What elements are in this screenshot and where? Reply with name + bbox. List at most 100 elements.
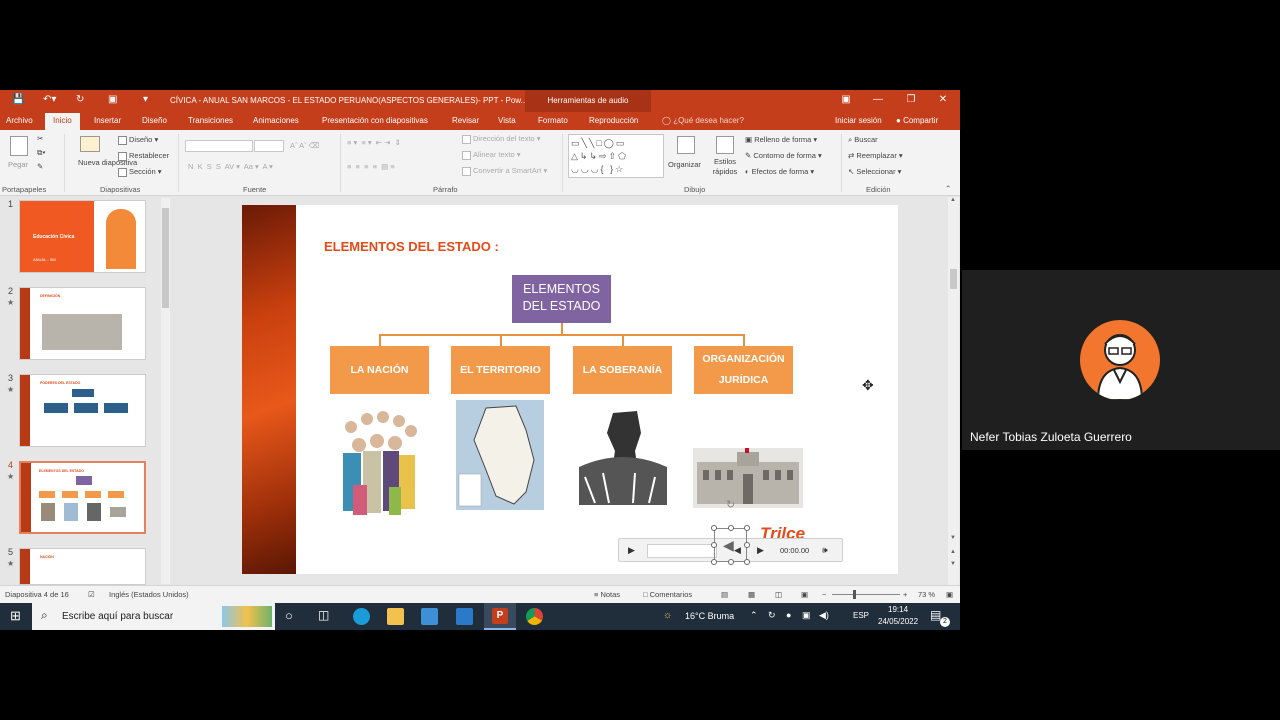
list-buttons[interactable]: ≡ ▾ ≡ ▾ ⇤ ⇥ ⇕ <box>347 138 401 147</box>
cut-icon[interactable]: ✂ <box>37 134 43 143</box>
raised-fist-image[interactable] <box>575 407 671 505</box>
zoom-slider[interactable] <box>832 594 900 595</box>
slide-heading[interactable]: ELEMENTOS DEL ESTADO : <box>324 239 499 254</box>
arrange-button[interactable]: Organizar <box>668 160 701 169</box>
slide-thumbnail-1[interactable]: Educación Cívica ANUAL - SM <box>19 200 146 273</box>
slide-scrollbar[interactable]: ▲ ▼ ▲ ▼ <box>948 197 959 585</box>
powerpoint-taskbar-button[interactable]: P <box>484 603 516 630</box>
redo-icon[interactable]: ↻ <box>76 94 84 105</box>
mail-icon[interactable] <box>456 608 473 625</box>
slide-thumbnail-2[interactable]: DEFINICIÓN <box>19 287 146 360</box>
normal-view-icon[interactable]: ▤ <box>721 590 728 599</box>
slideshow-icon[interactable]: ▣ <box>801 590 808 599</box>
thumbnails-scrollbar[interactable] <box>161 198 170 584</box>
collapse-ribbon-icon[interactable]: ⌃ <box>945 184 951 193</box>
resize-handle[interactable] <box>744 525 750 531</box>
network-icon[interactable]: ▣ <box>802 610 811 621</box>
replace-button[interactable]: ⇄ Reemplazar ▾ <box>848 151 903 160</box>
slide-canvas[interactable]: ELEMENTOS DEL ESTADO : ELEMENTOS DEL EST… <box>242 205 898 574</box>
tell-me-search[interactable]: ◯ ¿Qué desea hacer? <box>662 116 744 125</box>
reading-view-icon[interactable]: ◫ <box>775 590 782 599</box>
clock-time[interactable]: 19:14 <box>888 605 908 614</box>
peru-map-image[interactable] <box>456 400 544 510</box>
maximize-button[interactable]: ❐ <box>901 94 921 105</box>
layout-button[interactable]: Diseño ▾ <box>118 135 158 145</box>
org-box-soberania[interactable]: LA SOBERANÍA <box>573 346 672 394</box>
store-icon[interactable] <box>421 608 438 625</box>
chrome-icon[interactable] <box>526 608 543 625</box>
resize-handle[interactable] <box>711 559 717 565</box>
tab-insertar[interactable]: Insertar <box>94 116 121 125</box>
weather-text[interactable]: 16°C Bruma <box>685 611 734 621</box>
play-icon[interactable]: ▶ <box>628 545 635 556</box>
undo-icon[interactable]: ↶▾ <box>43 94 56 105</box>
reset-button[interactable]: Restablecer <box>118 151 169 161</box>
org-box-nacion[interactable]: LA NACIÓN <box>330 346 429 394</box>
tab-vista[interactable]: Vista <box>498 116 516 125</box>
microphone-icon[interactable]: ● <box>786 610 791 620</box>
comments-button[interactable]: □ Comentarios <box>643 590 692 599</box>
audio-icon-selection[interactable]: ◀ <box>714 528 747 562</box>
org-box-organizacion[interactable]: ORGANIZACIÓN JURÍDICA <box>694 346 793 394</box>
resize-handle[interactable] <box>711 542 717 548</box>
zoom-in-icon[interactable]: + <box>903 590 907 599</box>
slide-thumbnail-3[interactable]: PODERES DEL ESTADO <box>19 374 146 447</box>
format-painter-icon[interactable]: ✎ <box>37 162 43 171</box>
language-status[interactable]: Inglés (Estados Unidos) <box>109 590 189 599</box>
next-slide-icon[interactable]: ▼ <box>950 561 956 567</box>
close-button[interactable]: ✕ <box>933 94 953 105</box>
font-grow-shrink-icons[interactable]: Aˆ Aˇ ⌫ <box>290 141 319 150</box>
volume-icon[interactable]: 🕪 <box>822 545 828 556</box>
scroll-handle[interactable] <box>162 208 169 308</box>
resize-handle[interactable] <box>744 559 750 565</box>
file-explorer-icon[interactable] <box>387 608 404 625</box>
edge-icon[interactable] <box>353 608 370 625</box>
show-hidden-icons[interactable]: ⌃ <box>750 610 758 621</box>
org-chart-root[interactable]: ELEMENTOS DEL ESTADO <box>512 275 611 323</box>
arrange-icon[interactable] <box>677 136 695 154</box>
text-direction-button[interactable]: Dirección del texto ▾ <box>462 134 541 144</box>
quick-styles-button[interactable]: Estilos rápidos <box>707 157 743 177</box>
font-style-buttons[interactable]: N K S S AV ▾ Aa ▾ A ▾ <box>188 162 273 171</box>
section-button[interactable]: Sección ▾ <box>118 167 162 177</box>
quick-styles-icon[interactable] <box>716 136 734 154</box>
slide-thumbnail-4[interactable]: ELEMENTOS DEL ESTADO <box>19 461 146 534</box>
zoom-level[interactable]: 73 % <box>918 590 935 599</box>
tab-archivo[interactable]: Archivo <box>6 116 33 125</box>
align-text-button[interactable]: Alinear texto ▾ <box>462 150 521 160</box>
tab-formato[interactable]: Formato <box>538 116 568 125</box>
paste-button[interactable]: Pegar <box>8 160 28 169</box>
participant-tile[interactable]: Nefer Tobias Zuloeta Guerrero <box>962 270 1280 450</box>
cortana-icon[interactable]: ○ <box>285 608 293 623</box>
shape-fill-button[interactable]: ▣ Relleno de forma ▾ <box>745 135 817 144</box>
scroll-up-icon[interactable]: ▲ <box>950 197 956 203</box>
volume-icon[interactable]: ◀) <box>819 610 829 621</box>
notes-button[interactable]: ≡ Notas <box>594 590 620 599</box>
resize-handle[interactable] <box>728 559 734 565</box>
signin-link[interactable]: Iniciar sesión <box>835 116 882 125</box>
org-box-territorio[interactable]: EL TERRITORIO <box>451 346 550 394</box>
slide-thumbnail-5[interactable]: NACIÓN <box>19 548 146 585</box>
rotate-handle-icon[interactable]: ↻ <box>726 498 735 511</box>
fit-to-window-icon[interactable]: ▣ <box>946 590 953 599</box>
find-button[interactable]: ⌕ Buscar <box>848 135 878 145</box>
zoom-slider-thumb[interactable] <box>853 590 856 599</box>
zoom-out-icon[interactable]: − <box>822 590 826 599</box>
task-view-icon[interactable]: ◫ <box>318 608 329 622</box>
select-button[interactable]: ↖ Seleccionar ▾ <box>848 167 901 176</box>
tab-animaciones[interactable]: Animaciones <box>253 116 299 125</box>
sync-icon[interactable]: ↻ <box>768 610 776 621</box>
tab-revisar[interactable]: Revisar <box>452 116 479 125</box>
new-slide-icon[interactable] <box>80 136 100 152</box>
tab-reproduccion[interactable]: Reproducción <box>589 116 638 125</box>
align-buttons[interactable]: ≡ ≡ ≡ ≡ ▤ ≡ <box>347 162 395 171</box>
tab-presentacion[interactable]: Presentación con diapositivas <box>322 116 428 125</box>
previous-slide-icon[interactable]: ▲ <box>950 549 956 555</box>
slide-sorter-icon[interactable]: ▦ <box>748 590 755 599</box>
present-icon[interactable]: ▣ <box>108 94 117 105</box>
input-language[interactable]: ESP <box>853 611 869 620</box>
minimize-button[interactable]: — <box>868 94 888 105</box>
resize-handle[interactable] <box>711 525 717 531</box>
audio-progress-bar[interactable] <box>647 544 717 558</box>
customize-quick-access-icon[interactable]: ▾ <box>143 94 148 105</box>
